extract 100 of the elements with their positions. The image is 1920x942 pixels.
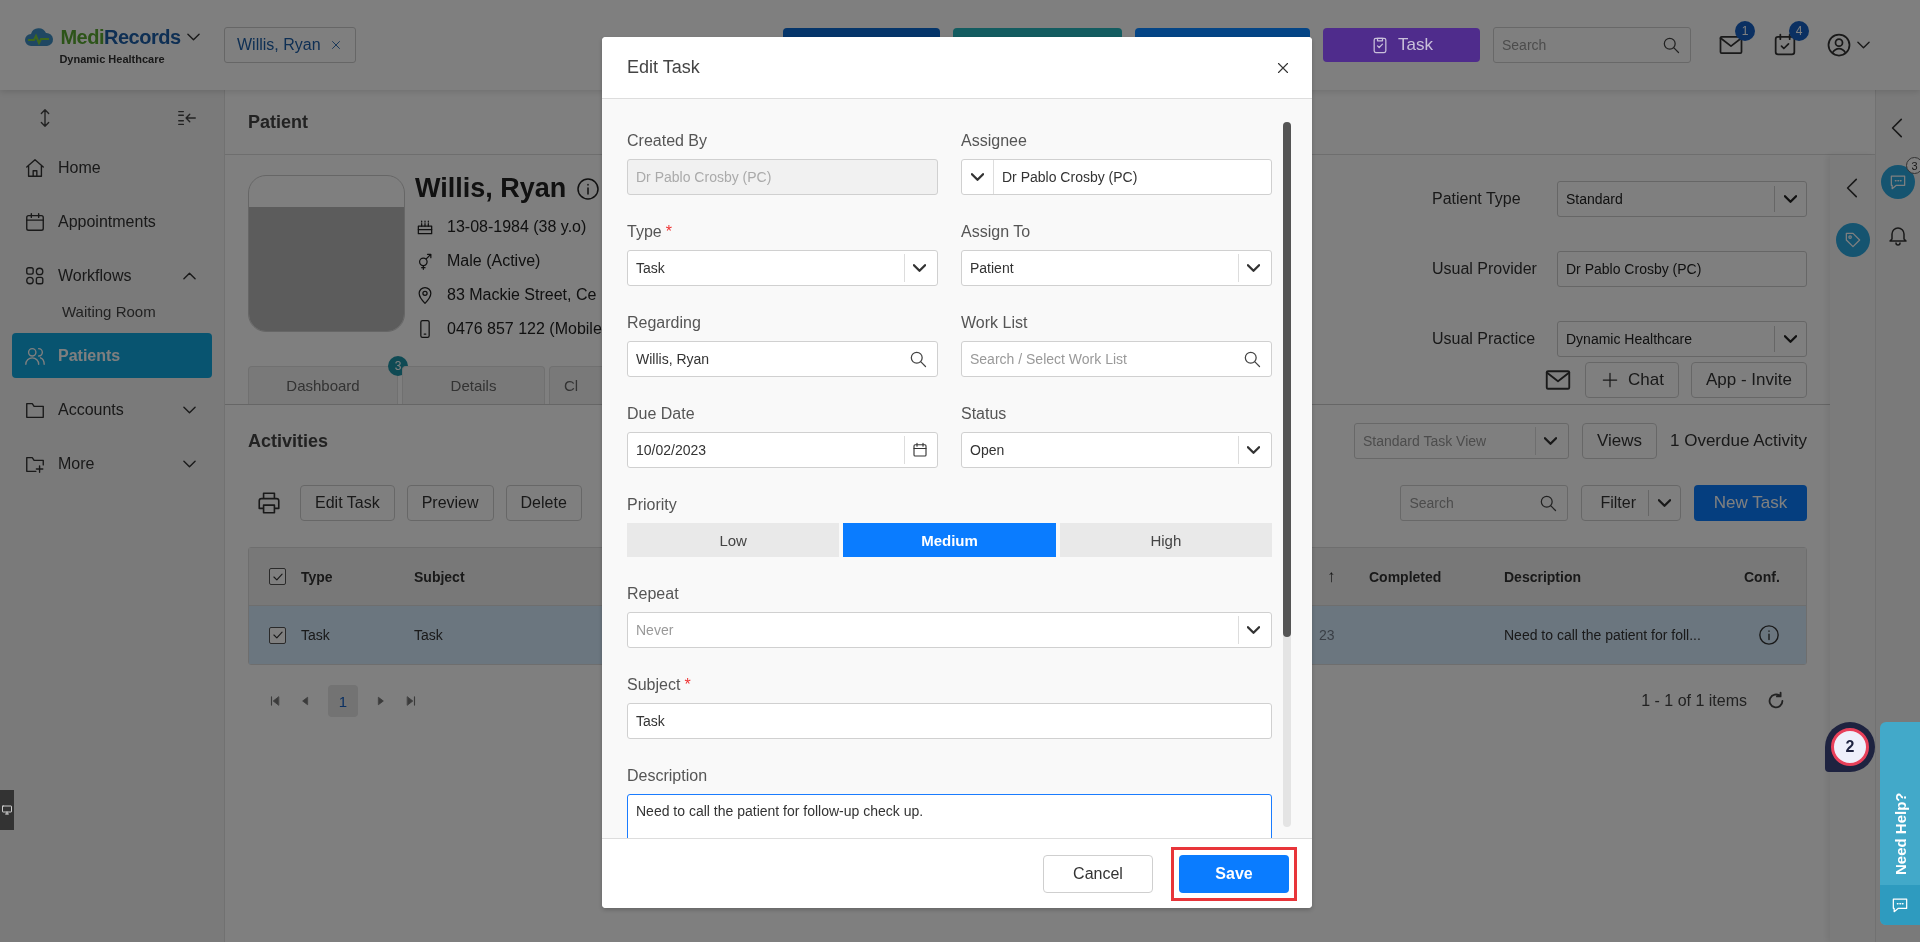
field-label: Patient Type [1432, 189, 1522, 208]
cancel-button[interactable]: Cancel [1043, 854, 1153, 893]
help-tab[interactable]: Need Help? [1880, 722, 1920, 925]
last-page-icon[interactable] [404, 694, 418, 708]
side-tab[interactable] [0, 790, 14, 830]
sidebar-item[interactable]: Accounts [12, 387, 212, 432]
select-field[interactable]: Dr Pablo Crosby (PC) [961, 159, 1272, 195]
sidebar-subitem[interactable]: Waiting Room [12, 295, 212, 327]
select-field[interactable]: Open [961, 432, 1272, 468]
priority-option[interactable]: Medium [843, 523, 1056, 557]
search-field[interactable]: Search / Select Work List [961, 341, 1272, 377]
field-label: Priority [627, 495, 678, 515]
select-field[interactable]: Standard [1557, 180, 1807, 217]
chevron-down-icon [183, 459, 196, 468]
column-header[interactable]: Subject [414, 568, 465, 585]
chevron-down-icon [1247, 264, 1260, 272]
input-field[interactable]: Dr Pablo Crosby (PC) [1557, 250, 1807, 287]
new-task-button[interactable]: New Task [1694, 485, 1807, 521]
select-field[interactable]: Never [627, 612, 1272, 648]
priority-option[interactable]: High [1059, 523, 1272, 557]
select-field[interactable]: Dynamic Healthcare [1557, 320, 1807, 357]
chevron-down-icon [1784, 334, 1797, 343]
page-number[interactable]: 1 [328, 685, 358, 717]
info-icon[interactable] [1758, 624, 1780, 646]
field-label: Usual Provider [1432, 259, 1538, 278]
select-field[interactable]: Patient [961, 250, 1272, 286]
scrollbar[interactable] [1283, 122, 1291, 827]
home-icon [24, 156, 46, 179]
chat-button[interactable]: Chat [1585, 362, 1679, 398]
toolbar-button[interactable]: Preview [406, 485, 494, 521]
table-cell: Task [301, 627, 330, 643]
checkbox[interactable] [269, 568, 286, 585]
table-cell: 23 [1319, 627, 1335, 643]
invite-button[interactable]: App - Invite [1691, 362, 1807, 398]
monitor-icon [1, 804, 13, 816]
notification-badge: 4 [1789, 21, 1809, 41]
field-label: Status [961, 404, 1008, 424]
open-patient-tab[interactable]: Willis, Ryan [224, 27, 356, 63]
user-icon[interactable] [1825, 31, 1853, 59]
search-icon [908, 349, 928, 369]
filter-button[interactable]: Filter [1581, 485, 1681, 521]
count-badge: 3 [1906, 157, 1920, 174]
chevron-down-icon [1784, 194, 1797, 203]
phone-number: 0476 857 122 (Mobile [447, 320, 602, 338]
tab[interactable]: Details [402, 366, 545, 404]
sort-arrow[interactable]: ↑ [1327, 566, 1336, 587]
field-label: Due Date [627, 404, 696, 424]
input-field[interactable]: Task [627, 703, 1272, 739]
sidebar-item[interactable]: More [12, 441, 212, 486]
search-icon [1242, 349, 1262, 369]
checkbox[interactable] [269, 626, 286, 644]
section-title: Activities [248, 430, 329, 452]
field-label: Assign To [961, 222, 1032, 242]
column-header[interactable]: Type [301, 568, 333, 585]
field-label: Assignee [961, 131, 1028, 151]
calendar-icon [24, 210, 46, 233]
select-field[interactable]: Task [627, 250, 938, 286]
overdue-count: 1 Overdue Activity [1670, 431, 1807, 451]
priority-option[interactable]: Low [627, 523, 840, 557]
field-label: Regarding [627, 313, 702, 333]
table-cell: Task [414, 627, 443, 643]
field-label: Work List [961, 313, 1029, 333]
info-icon[interactable] [576, 176, 601, 201]
field-label: Subject * [627, 675, 692, 695]
chevron-down-icon[interactable] [1857, 41, 1870, 49]
first-page-icon[interactable] [268, 694, 282, 708]
search-icon [1538, 493, 1559, 513]
field-label: Type * [627, 222, 673, 242]
field-label: Created By [627, 131, 709, 151]
field-label: Description [627, 766, 709, 786]
chevron-down-icon [971, 173, 984, 181]
search-icon [1661, 35, 1681, 55]
chevron-down-icon [913, 264, 926, 272]
field-label: Usual Practice [1432, 329, 1537, 348]
column-header[interactable]: Completed [1369, 568, 1442, 585]
chevron-down-icon[interactable] [186, 33, 200, 41]
sidebar-item[interactable]: Workflows [12, 253, 212, 298]
date-field[interactable]: 10/02/2023 [627, 432, 938, 468]
description-field[interactable]: Need to call the patient for follow-up check up. [627, 794, 1272, 838]
column-header[interactable]: Conf. [1744, 568, 1780, 585]
save-button[interactable]: Save [1179, 854, 1289, 893]
views-button[interactable]: Views [1581, 423, 1657, 459]
toolbar-button[interactable]: Edit Task [300, 485, 395, 521]
task-button[interactable]: Task [1323, 28, 1480, 62]
chevron-down-icon [1543, 437, 1557, 445]
dialog-title: Edit Task [627, 57, 700, 78]
toolbar-button[interactable]: Delete [505, 485, 582, 521]
chevron-down-icon [1247, 446, 1260, 454]
sidebar-item[interactable]: Home [12, 145, 212, 190]
workflow-icon [24, 264, 46, 287]
cloud-logo-icon [24, 26, 55, 48]
printer-icon[interactable] [256, 490, 282, 516]
sidebar-item[interactable]: Appointments [12, 199, 212, 244]
column-header[interactable]: Description [1504, 568, 1581, 585]
brand-name: MediRecords [60, 25, 181, 49]
brand-subtitle: Dynamic Healthcare [59, 52, 165, 65]
chevron-down-icon [1658, 499, 1671, 507]
calendar-icon [910, 441, 929, 459]
table-cell: Need to call the patient for foll... [1504, 627, 1701, 643]
search-field[interactable]: Willis, Ryan [627, 341, 938, 377]
